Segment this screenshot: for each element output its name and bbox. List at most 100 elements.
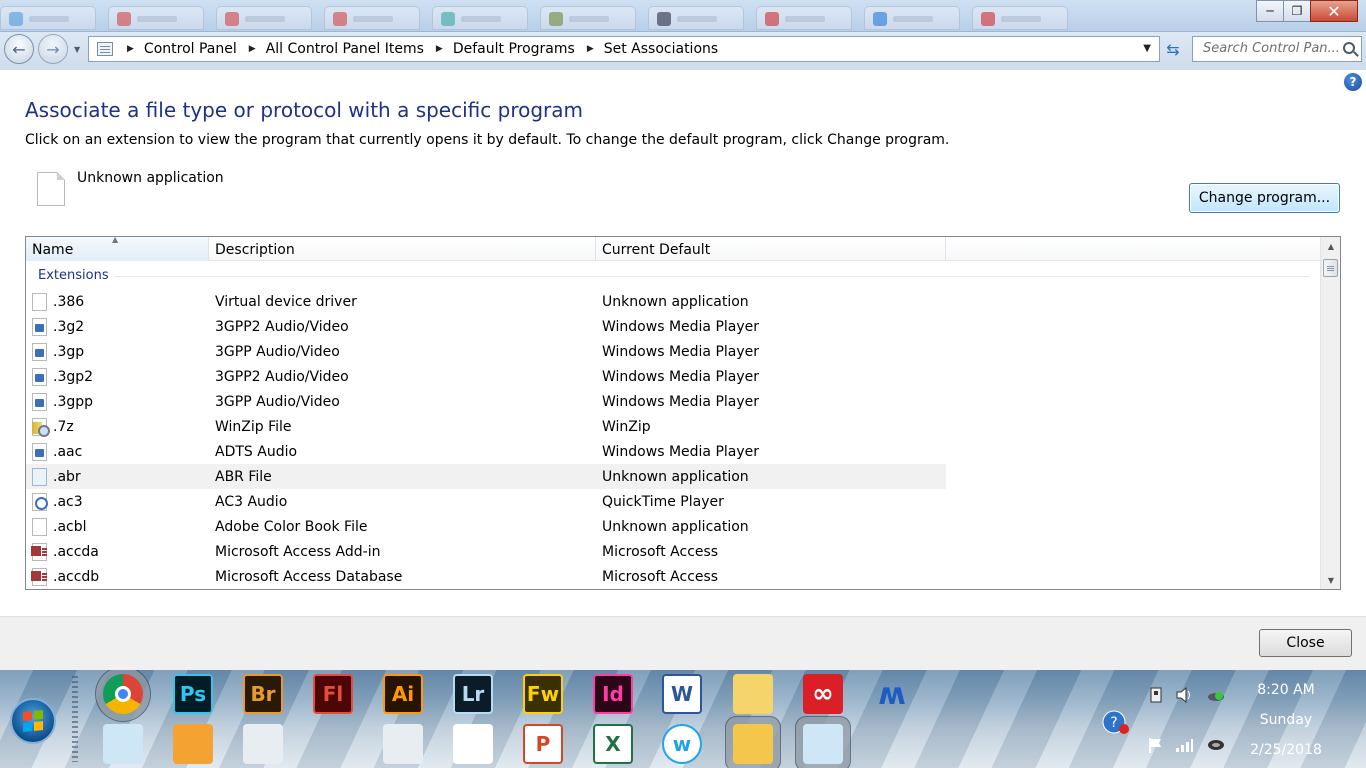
scanner-icon[interactable] — [1012, 674, 1052, 714]
action-center-flag-icon[interactable] — [1146, 736, 1166, 754]
word-icon[interactable]: W — [662, 674, 702, 714]
scrollbar-thumb[interactable] — [1323, 259, 1338, 277]
blank-file-icon — [32, 517, 47, 536]
background-tab — [972, 6, 1068, 30]
group-divider — [114, 276, 1310, 277]
zip-file-icon — [32, 417, 50, 437]
address-dropdown-icon[interactable]: ▼ — [1143, 43, 1151, 54]
illustrator-icon[interactable]: Ai — [383, 674, 423, 714]
background-tab — [432, 6, 528, 30]
malwarebytes-icon[interactable]: ʍ — [872, 674, 912, 714]
background-tab — [0, 6, 96, 30]
acrobat-icon[interactable] — [453, 724, 493, 764]
background-tab — [648, 6, 744, 30]
list-item[interactable]: .accda Microsoft Access Add-in Microsoft… — [26, 539, 1320, 564]
list-item[interactable]: .ac3 AC3 Audio QuickTime Player — [26, 489, 1320, 514]
recent-pages-dropdown-icon[interactable]: ▼ — [74, 45, 80, 54]
background-tab — [540, 6, 636, 30]
list-item[interactable]: .3gp 3GPP Audio/Video Windows Media Play… — [26, 339, 1320, 364]
chrome-icon[interactable] — [103, 674, 143, 714]
maximize-button[interactable]: ❐ — [1283, 0, 1311, 22]
vertical-scrollbar[interactable]: ▲ ▼ — [1320, 237, 1340, 589]
media-file-icon — [32, 442, 47, 461]
access-file-icon — [31, 567, 47, 586]
group-label-extensions[interactable]: Extensions — [38, 268, 109, 283]
default-programs-icon[interactable] — [803, 724, 843, 764]
list-item[interactable]: .3gp2 3GPP2 Audio/Video Windows Media Pl… — [26, 364, 1320, 389]
volume-icon[interactable] — [1174, 686, 1194, 704]
background-tab — [108, 6, 204, 30]
list-item[interactable]: .7z WinZip File WinZip — [26, 414, 1320, 439]
refresh-icon: ⇆ — [1166, 39, 1180, 59]
indesign-icon[interactable]: Id — [593, 674, 633, 714]
sort-ascending-icon: ▲ — [112, 236, 119, 244]
help-icon[interactable]: ? — [1344, 73, 1362, 91]
list-item[interactable]: .acbl Adobe Color Book File Unknown appl… — [26, 514, 1320, 539]
signal-strength-icon[interactable] — [1174, 736, 1194, 754]
column-header-description[interactable]: Description — [209, 237, 596, 261]
file-explorer-icon[interactable] — [733, 674, 773, 714]
refresh-button[interactable]: ⇆ — [1162, 38, 1184, 60]
current-program-label: Unknown application — [77, 170, 224, 186]
file-type-icon — [37, 172, 65, 206]
close-window-button[interactable]: ✕ — [1310, 0, 1358, 22]
minimize-button[interactable]: ─ — [1256, 0, 1284, 22]
castle-icon[interactable] — [942, 674, 982, 714]
network-icon[interactable] — [1206, 686, 1226, 704]
breadcrumb-set-associations[interactable]: ▶ Set Associations — [587, 41, 730, 57]
scroll-up-icon[interactable]: ▲ — [1321, 237, 1340, 255]
clock-day[interactable]: Sunday — [1236, 712, 1336, 728]
breadcrumb-default-programs[interactable]: ▶ Default Programs — [436, 41, 587, 57]
list-item[interactable]: .accdb Microsoft Access Database Microso… — [26, 564, 1320, 589]
control-panel-icon[interactable] — [383, 724, 423, 764]
photoshop-icon[interactable]: Ps — [173, 674, 213, 714]
connection-icon[interactable] — [1206, 736, 1226, 754]
back-button[interactable]: ← — [4, 34, 34, 64]
forward-arrow-icon: → — [46, 39, 60, 59]
title-bar: ─ ❐ ✕ — [0, 0, 1366, 32]
associations-list[interactable]: ▲ Name Description Current Default Exten… — [25, 236, 1341, 590]
start-button[interactable] — [10, 698, 56, 744]
media-player-icon[interactable] — [173, 724, 213, 764]
search-icon[interactable] — [1343, 42, 1355, 54]
list-rows: .386 Virtual device driver Unknown appli… — [26, 289, 1320, 589]
notepad-icon[interactable] — [103, 724, 143, 764]
list-item[interactable]: .3gpp 3GPP Audio/Video Windows Media Pla… — [26, 389, 1320, 414]
taskbar-grip[interactable] — [72, 676, 78, 762]
breadcrumb-control-panel[interactable]: ▶ Control Panel — [127, 41, 249, 57]
close-button[interactable]: Close — [1259, 629, 1352, 657]
powerpoint-icon[interactable]: P — [523, 724, 563, 764]
excel-icon[interactable]: X — [593, 724, 633, 764]
bridge-icon[interactable]: Br — [243, 674, 283, 714]
list-item[interactable]: .abr ABR File Unknown application — [26, 464, 946, 489]
flash-icon[interactable]: Fl — [313, 674, 353, 714]
list-item[interactable]: .3g2 3GPP2 Audio/Video Windows Media Pla… — [26, 314, 1320, 339]
fireworks-icon[interactable]: Fw — [523, 674, 563, 714]
search-input[interactable]: Search Control Pan... — [1192, 36, 1362, 62]
list-item[interactable]: .386 Virtual device driver Unknown appli… — [26, 289, 1320, 314]
page-description: Click on an extension to view the progra… — [25, 132, 950, 148]
breadcrumb-separator-icon: ▶ — [435, 44, 443, 54]
creative-cloud-icon[interactable]: ∞ — [803, 674, 843, 714]
usb-device-icon[interactable] — [1146, 686, 1166, 704]
breadcrumb-all-items[interactable]: ▶ All Control Panel Items — [249, 41, 436, 57]
calculator-icon[interactable] — [243, 724, 283, 764]
winzip-icon[interactable] — [733, 724, 773, 764]
breadcrumb-separator-icon: ▶ — [127, 44, 134, 54]
windows-features-icon[interactable] — [313, 724, 353, 764]
wps-icon[interactable]: w — [662, 724, 702, 764]
background-tab — [216, 6, 312, 30]
scroll-down-icon[interactable]: ▼ — [1321, 571, 1340, 589]
column-header-name[interactable]: ▲ Name — [26, 237, 209, 261]
help-notification-icon[interactable]: ? — [1102, 710, 1130, 736]
abr-file-icon — [32, 467, 47, 486]
column-header-current-default[interactable]: Current Default — [596, 237, 946, 261]
lightroom-icon[interactable]: Lr — [453, 674, 493, 714]
navigation-bar: ← → ▼ ▶ Control Panel ▶ All Control Panel … — [0, 32, 1366, 70]
change-program-button[interactable]: Change program... — [1189, 183, 1340, 213]
address-bar[interactable]: ▶ Control Panel ▶ All Control Panel Items … — [88, 36, 1160, 62]
forward-button[interactable]: → — [38, 34, 68, 64]
clock-date[interactable]: 2/25/2018 — [1236, 742, 1336, 758]
clock-time[interactable]: 8:20 AM — [1236, 682, 1336, 698]
list-item[interactable]: .aac ADTS Audio Windows Media Player — [26, 439, 1320, 464]
